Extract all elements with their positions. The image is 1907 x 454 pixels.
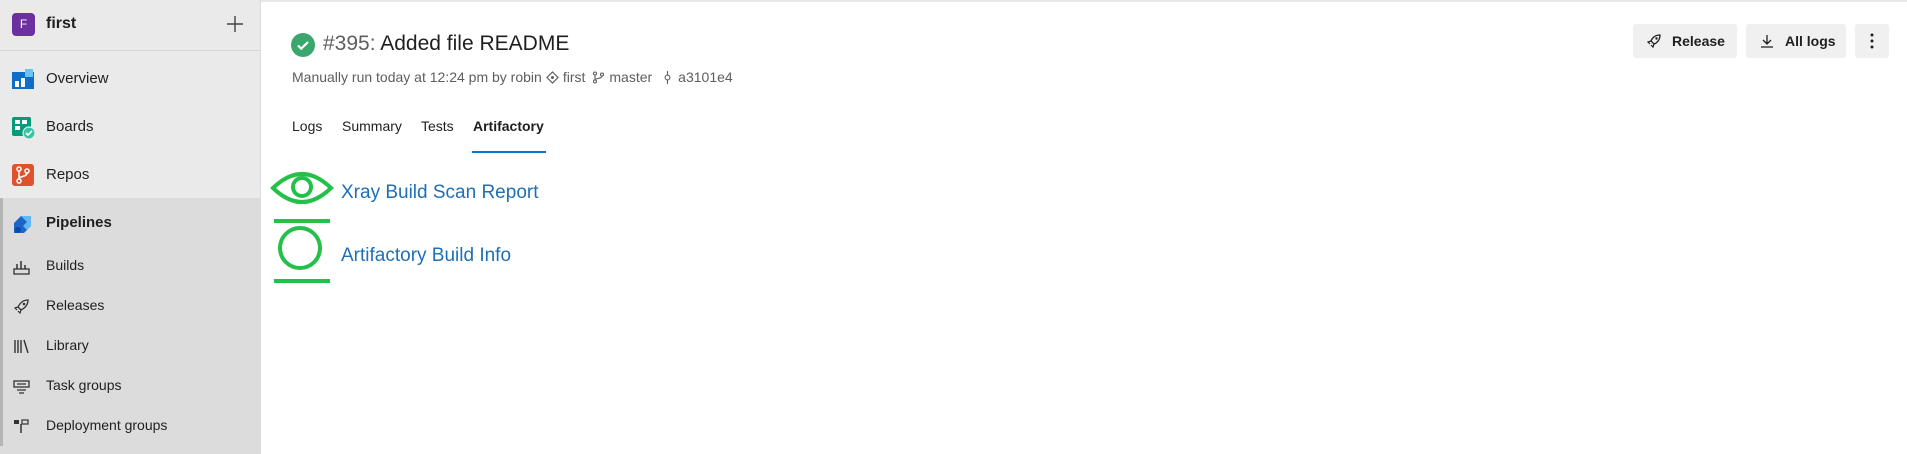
library-icon [14, 339, 29, 354]
builds-icon [13, 261, 30, 275]
repos-icon [12, 164, 34, 186]
boards-icon [12, 117, 35, 139]
repo-icon [545, 70, 559, 84]
overview-icon [12, 69, 34, 89]
release-button-label: Release [1672, 33, 1725, 49]
plus-icon[interactable] [224, 13, 246, 35]
nav-item-repos[interactable]: Repos [0, 151, 260, 199]
more-vertical-icon [1870, 33, 1874, 49]
download-icon [1761, 35, 1773, 48]
sidebar-label-builds: Builds [46, 257, 85, 273]
sidebar-label-library: Library [46, 337, 89, 353]
more-actions-button[interactable] [1855, 24, 1889, 58]
rocket-icon [13, 299, 29, 315]
branch-icon [593, 70, 605, 84]
nav-item-pipelines[interactable]: Pipelines [0, 199, 260, 247]
commit-icon [664, 70, 671, 84]
eye-icon [270, 172, 334, 223]
sidebar-item-library[interactable]: Library [0, 326, 260, 366]
nav-label-pipelines: Pipelines [46, 214, 112, 231]
deployment-groups-icon [14, 419, 29, 433]
tab-tests[interactable]: Tests [421, 118, 454, 134]
circle-icon [274, 226, 330, 283]
run-number: #395: [323, 32, 376, 55]
sidebar-label-releases: Releases [46, 297, 105, 313]
success-check-icon [291, 33, 315, 57]
task-groups-icon [13, 380, 30, 394]
artifact-link-xray-build-scan-report[interactable]: Xray Build Scan Report [341, 182, 539, 204]
all-logs-button[interactable]: All logs [1746, 24, 1846, 58]
run-meta-repo[interactable]: first [563, 69, 586, 85]
tab-logs[interactable]: Logs [292, 118, 322, 134]
artifact-link-artifactory-build-info[interactable]: Artifactory Build Info [341, 245, 511, 267]
run-meta-branch[interactable]: master [609, 69, 652, 85]
run-meta-commit[interactable]: a3101e4 [678, 69, 733, 85]
run-meta-prefix: Manually run today at 12:24 pm by robin [292, 69, 542, 85]
all-logs-button-label: All logs [1785, 33, 1836, 49]
sidebar-label-deployment-groups: Deployment groups [46, 417, 168, 433]
release-button[interactable]: Release [1633, 24, 1737, 58]
pipelines-icon [14, 216, 31, 233]
run-meta: Manually run today at 12:24 pm by robin … [292, 69, 733, 85]
nav-item-overview[interactable]: Overview [0, 55, 260, 103]
sidebar-item-builds[interactable]: Builds [0, 246, 260, 286]
sidebar-label-task-groups: Task groups [46, 377, 122, 393]
rocket-icon [1646, 34, 1661, 49]
top-border [261, 0, 1907, 2]
nav-label-overview: Overview [46, 70, 109, 87]
sidebar-item-task-groups[interactable]: Task groups [0, 366, 260, 406]
project-name[interactable]: first [46, 15, 76, 33]
nav-item-boards[interactable]: Boards [0, 103, 260, 151]
tab-artifactory[interactable]: Artifactory [473, 118, 544, 134]
active-tab-indicator [472, 151, 546, 153]
run-title: Added file README [380, 32, 570, 55]
nav-label-boards: Boards [46, 118, 94, 135]
nav-label-repos: Repos [46, 166, 90, 183]
project-avatar[interactable]: F [12, 13, 35, 36]
project-header: F first [0, 0, 260, 51]
sidebar: F first Overview Boards Repos Pipelines … [0, 0, 261, 454]
tab-summary[interactable]: Summary [342, 118, 402, 134]
sidebar-item-releases[interactable]: Releases [0, 286, 260, 326]
sidebar-item-deployment-groups[interactable]: Deployment groups [0, 406, 260, 446]
page-title: #395: Added file README [323, 32, 569, 56]
